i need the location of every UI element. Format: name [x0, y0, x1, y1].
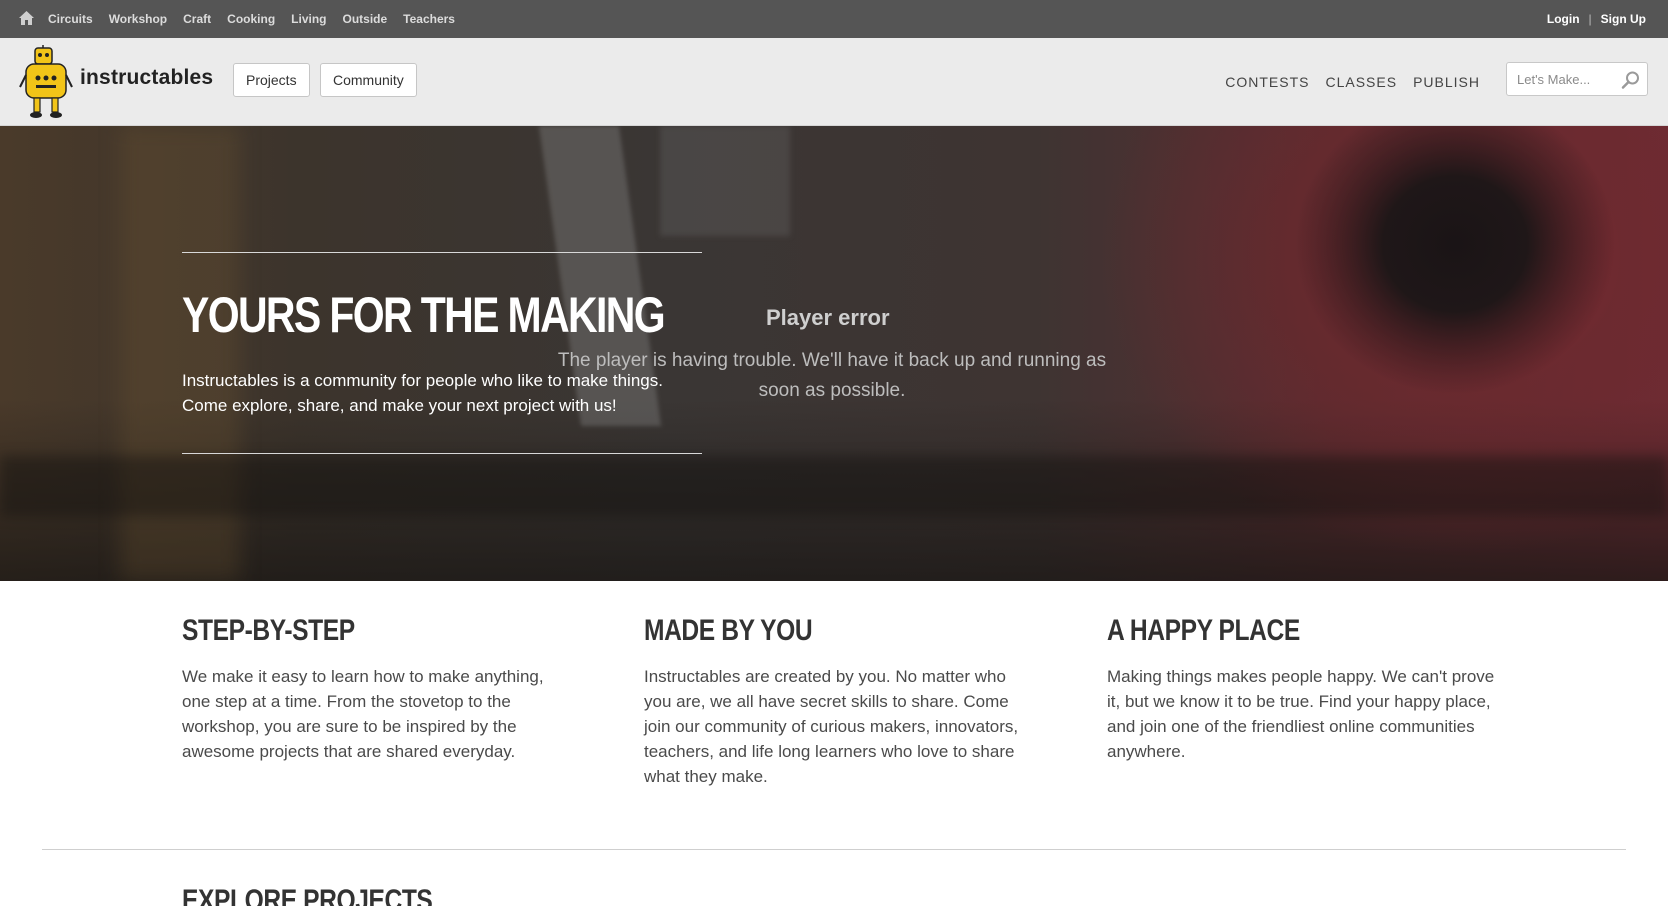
hero-bottom-rule: [182, 453, 702, 454]
brand-wordmark[interactable]: instructables: [80, 66, 213, 90]
hero-background-blur: [0, 456, 1668, 516]
category-link-living[interactable]: Living: [291, 12, 326, 26]
home-icon[interactable]: [19, 11, 34, 25]
feature-title: A HAPPY PLACE: [1107, 614, 1300, 647]
community-button[interactable]: Community: [320, 63, 417, 97]
category-link-outside[interactable]: Outside: [343, 12, 388, 26]
search-input[interactable]: [1507, 63, 1617, 95]
feature-title: MADE BY YOU: [644, 614, 813, 647]
auth-links: Login | Sign Up: [1547, 0, 1646, 38]
publish-link[interactable]: PUBLISH: [1413, 74, 1480, 90]
feature-step-by-step: STEP-BY-STEP We make it easy to learn ho…: [182, 614, 572, 764]
classes-link[interactable]: CLASSES: [1325, 74, 1397, 90]
hero-headline: YOURS FOR THE MAKING: [182, 287, 666, 343]
category-link-teachers[interactable]: Teachers: [403, 12, 455, 26]
feature-text: Instructables are created by you. No mat…: [644, 667, 1019, 786]
feature-text: We make it easy to learn how to make any…: [182, 667, 544, 761]
magnifier-icon[interactable]: [1621, 70, 1641, 90]
feature-text: Making things makes people happy. We can…: [1107, 667, 1495, 761]
hero-video-banner: YOURS FOR THE MAKING Instructables is a …: [0, 126, 1668, 581]
header-links: CONTESTS CLASSES PUBLISH: [1209, 38, 1480, 126]
projects-button[interactable]: Projects: [233, 63, 310, 97]
contests-link[interactable]: CONTESTS: [1225, 74, 1309, 90]
hero-background-blur: [660, 126, 790, 236]
category-link-craft[interactable]: Craft: [183, 12, 211, 26]
feature-happy-place: A HAPPY PLACE Making things makes people…: [1107, 614, 1497, 764]
login-link[interactable]: Login: [1547, 12, 1580, 26]
site-header: instructables Projects Community CONTEST…: [0, 38, 1668, 126]
category-nav: Circuits Workshop Craft Cooking Living O…: [48, 0, 471, 38]
hero-top-rule: [182, 252, 702, 253]
player-error-title: Player error: [766, 305, 890, 330]
search-box: [1506, 62, 1648, 96]
category-link-workshop[interactable]: Workshop: [109, 12, 167, 26]
feature-title: STEP-BY-STEP: [182, 614, 355, 647]
top-category-bar: Circuits Workshop Craft Cooking Living O…: [0, 0, 1668, 38]
category-link-circuits[interactable]: Circuits: [48, 12, 93, 26]
auth-separator: |: [1588, 12, 1592, 26]
feature-made-by-you: MADE BY YOU Instructables are created by…: [644, 614, 1034, 789]
player-error-message: The player is having trouble. We'll have…: [557, 350, 1107, 401]
signup-link[interactable]: Sign Up: [1601, 12, 1646, 26]
explore-projects-heading: EXPLORE PROJECTS: [182, 884, 433, 906]
category-link-cooking[interactable]: Cooking: [227, 12, 275, 26]
instructables-robot-icon[interactable]: [18, 45, 74, 119]
section-divider: [42, 849, 1626, 850]
